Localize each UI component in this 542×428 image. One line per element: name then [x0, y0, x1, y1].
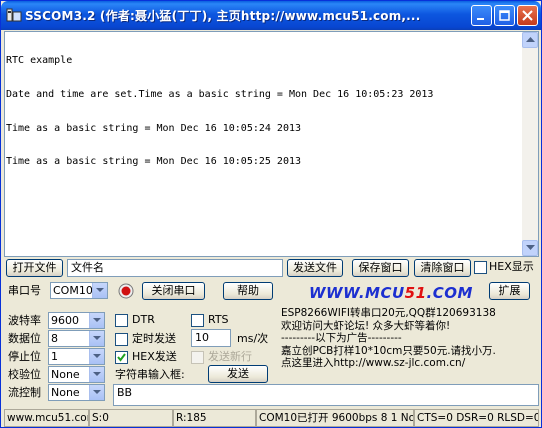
- status-sent-count: S:0: [89, 409, 173, 427]
- parity-select[interactable]: None: [48, 366, 105, 383]
- chevron-down-icon: [96, 288, 104, 292]
- baud-value: 9600: [51, 314, 79, 327]
- hex-send-label: HEX发送: [132, 350, 177, 363]
- port-value: COM10: [53, 284, 93, 297]
- ad-line: ESP8266WIFI转串口20元,QQ群120693138: [281, 307, 496, 319]
- chevron-down-icon: [93, 318, 101, 322]
- vertical-scrollbar[interactable]: [522, 32, 538, 256]
- chevron-down-icon: [93, 336, 101, 340]
- parity-value: None: [51, 368, 80, 381]
- baud-select[interactable]: 9600: [48, 312, 105, 329]
- hex-send-checkbox[interactable]: [115, 351, 128, 364]
- title-bar[interactable]: SSCOM3.2 (作者:聂小猛(丁丁), 主页http://www.mcu51…: [1, 1, 541, 30]
- advertisement-panel[interactable]: ESP8266WIFI转串口20元,QQ群120693138 欢迎访问大虾论坛!…: [281, 307, 536, 382]
- rts-label: RTS: [208, 313, 229, 326]
- window-title: SSCOM3.2 (作者:聂小猛(丁丁), 主页http://www.mcu51…: [25, 9, 421, 23]
- maximize-button[interactable]: [494, 5, 515, 26]
- send-newline-label: 发送新行: [208, 350, 252, 363]
- databits-value: 8: [51, 332, 58, 345]
- chevron-down-icon: [93, 372, 101, 376]
- checkmark-icon: [117, 353, 126, 362]
- ad-link[interactable]: 点这里进入http://www.sz-jlc.com.cn/: [281, 357, 536, 370]
- timed-send-checkbox[interactable]: [115, 333, 128, 346]
- arrow-down-icon: [526, 245, 535, 250]
- hex-display-label: HEX显示: [489, 260, 534, 273]
- expand-button[interactable]: 扩展: [489, 282, 530, 300]
- stopbits-value: 1: [51, 350, 58, 363]
- arrow-up-icon: [526, 37, 535, 42]
- receive-text: RTC example Date and time are set.Time a…: [6, 33, 433, 190]
- send-newline-checkbox[interactable]: [191, 351, 204, 364]
- parity-label: 校验位: [8, 368, 41, 381]
- help-button[interactable]: 帮助: [223, 282, 273, 300]
- receive-line: Time as a basic string = Mon Dec 16 10:0…: [6, 122, 302, 134]
- dropdown-button[interactable]: [89, 313, 104, 328]
- maximize-icon: [499, 10, 510, 21]
- close-port-button[interactable]: 关闭串口: [142, 282, 205, 300]
- hex-display-checkbox[interactable]: [474, 261, 487, 274]
- rts-checkbox[interactable]: [191, 314, 204, 327]
- sscom-window: SSCOM3.2 (作者:聂小猛(丁丁), 主页http://www.mcu51…: [0, 0, 542, 428]
- ad-line: 嘉立创PCB打样10*10cm只要50元.请找小万.: [281, 344, 496, 357]
- status-bar: www.mcu51.com S:0 R:185 COM10已打开 9600bps…: [4, 409, 539, 427]
- status-signals: CTS=0 DSR=0 RLSD=0: [414, 409, 539, 427]
- databits-label: 数据位: [8, 332, 41, 345]
- scroll-up-button[interactable]: [522, 32, 538, 48]
- clear-window-button[interactable]: 清除窗口: [414, 259, 471, 277]
- chevron-down-icon: [93, 390, 101, 394]
- dropdown-button[interactable]: [89, 331, 104, 346]
- status-port: COM10已打开 9600bps 8 1 None: [256, 409, 414, 427]
- chevron-down-icon: [93, 354, 101, 358]
- dropdown-button[interactable]: [89, 349, 104, 364]
- save-window-button[interactable]: 保存窗口: [352, 259, 409, 277]
- send-file-button[interactable]: 发送文件: [287, 259, 343, 277]
- close-icon: [522, 10, 533, 21]
- close-button[interactable]: [517, 5, 538, 26]
- stopbits-select[interactable]: 1: [48, 348, 105, 365]
- receive-line: RTC example: [6, 55, 73, 67]
- status-received-count: R:185: [173, 409, 256, 427]
- stopbits-label: 停止位: [8, 350, 41, 363]
- logo-text: WWW.MCU: [309, 284, 405, 302]
- scroll-down-button[interactable]: [522, 240, 538, 256]
- dtr-label: DTR: [132, 313, 155, 326]
- status-site: www.mcu51.com: [4, 409, 89, 427]
- open-file-button[interactable]: 打开文件: [6, 259, 63, 277]
- interval-unit: ms/次: [237, 332, 269, 345]
- databits-select[interactable]: 8: [48, 330, 105, 347]
- dropdown-button[interactable]: [92, 283, 107, 298]
- flow-control-label: 流控制: [8, 386, 41, 399]
- interval-input[interactable]: 10: [191, 329, 231, 347]
- minimize-button[interactable]: [471, 5, 492, 26]
- ad-line: 欢迎访问大虾论坛! 众多大虾等着你!: [281, 319, 451, 332]
- timed-send-label: 定时发送: [132, 332, 176, 345]
- receive-line: Time as a basic string = Mon Dec 16 10:0…: [6, 156, 302, 168]
- ad-line: ---------以下为广告---------: [281, 332, 402, 344]
- string-input-label: 字符串输入框:: [115, 368, 185, 381]
- flow-control-select[interactable]: None: [48, 384, 105, 401]
- send-input[interactable]: BB: [113, 384, 539, 406]
- receive-line: Date and time are set.Time as a basic st…: [6, 89, 434, 101]
- dropdown-button[interactable]: [89, 367, 104, 382]
- filename-input[interactable]: 文件名: [67, 259, 283, 277]
- receive-textarea[interactable]: RTC example Date and time are set.Time a…: [4, 31, 539, 257]
- logo-text-suffix: .COM: [426, 284, 473, 302]
- port-status-indicator-icon: [118, 283, 134, 299]
- port-select[interactable]: COM10: [50, 282, 108, 299]
- dropdown-button[interactable]: [89, 385, 104, 400]
- baud-label: 波特率: [8, 314, 41, 327]
- logo-number: 51: [404, 284, 427, 302]
- app-icon: [6, 8, 22, 22]
- mcu51-logo[interactable]: WWW.MCU51.COM: [309, 284, 473, 302]
- flow-control-value: None: [51, 386, 80, 399]
- minimize-icon: [477, 18, 484, 20]
- port-label: 串口号: [8, 284, 41, 297]
- send-button[interactable]: 发送: [208, 365, 268, 383]
- dtr-checkbox[interactable]: [115, 314, 128, 327]
